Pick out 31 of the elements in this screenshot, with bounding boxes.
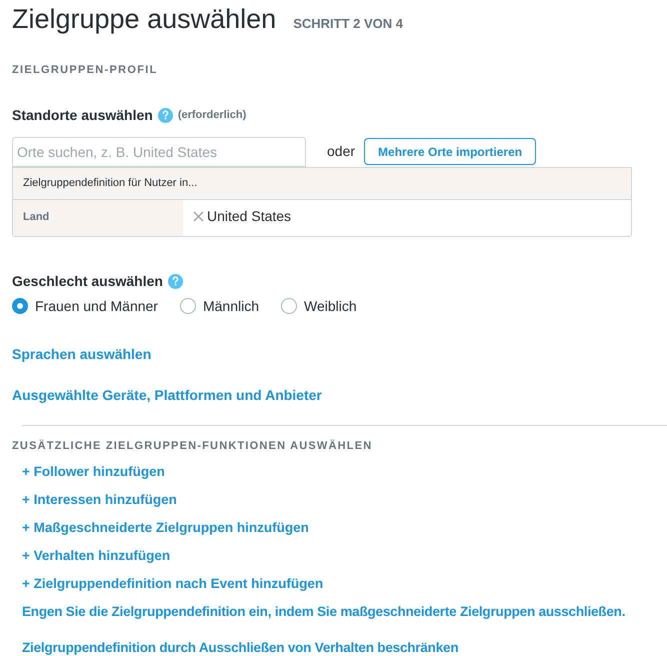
section-heading: ZUSÄTZLICHE ZIELGRUPPEN-FUNKTIONEN AUSWÄHLEN — [12, 438, 374, 454]
add-link[interactable]: + Maßgeschneiderte Zielgruppen hinzufügen — [22, 519, 309, 536]
radio-button[interactable] — [12, 298, 28, 314]
help-icon[interactable] — [158, 108, 173, 122]
link[interactable]: Ausgewählte Geräte, Plattformen und Anbieter — [12, 384, 322, 406]
step-indicator: SCHRITT 2 VON 4 — [293, 15, 403, 33]
required-hint: (erforderlich) — [178, 108, 246, 123]
link[interactable]: Sprachen auswählen — [12, 344, 152, 364]
radio-label: Männlich — [202, 296, 259, 316]
page-title: Zielgruppe auswählen — [12, 6, 276, 33]
location-tag: United States — [207, 206, 292, 227]
radio-label: Weiblich — [304, 296, 357, 316]
field-label: Geschlecht auswählen — [12, 272, 163, 290]
add-link[interactable]: + Verhalten hinzufügen — [22, 547, 170, 564]
search-field[interactable]: Orte suchen, z. B. United States — [12, 136, 306, 166]
help-icon[interactable] — [168, 274, 183, 288]
or-text: oder — [327, 142, 356, 161]
remove-icon[interactable] — [193, 211, 204, 222]
field-label: Standorte auswählen — [12, 106, 153, 124]
radio-button[interactable] — [281, 298, 297, 314]
radio-button[interactable] — [180, 298, 196, 314]
exclusion-link[interactable]: Engen Sie die Zielgruppendefinition ein, indem Sie maßgeschneiderte Zielgruppen ausschließen. — [22, 603, 626, 620]
section-heading: ZIELGRUPPEN-PROFIL — [12, 63, 159, 78]
import-button[interactable]: Mehrere Orte importieren — [364, 138, 536, 165]
table-header: Zielgruppendefinition für Nutzer in... — [13, 168, 631, 200]
add-link[interactable]: + Follower hinzufügen — [22, 463, 165, 480]
add-link[interactable]: + Interessen hinzufügen — [22, 491, 177, 508]
radio-label: Frauen und Männer — [35, 296, 158, 316]
row-label: Land — [13, 200, 183, 236]
add-link[interactable]: + Zielgruppendefinition nach Event hinzufügen — [22, 575, 324, 592]
exclusion-link[interactable]: Zielgruppendefinition durch Ausschließen von Verhalten beschränken — [22, 639, 458, 656]
